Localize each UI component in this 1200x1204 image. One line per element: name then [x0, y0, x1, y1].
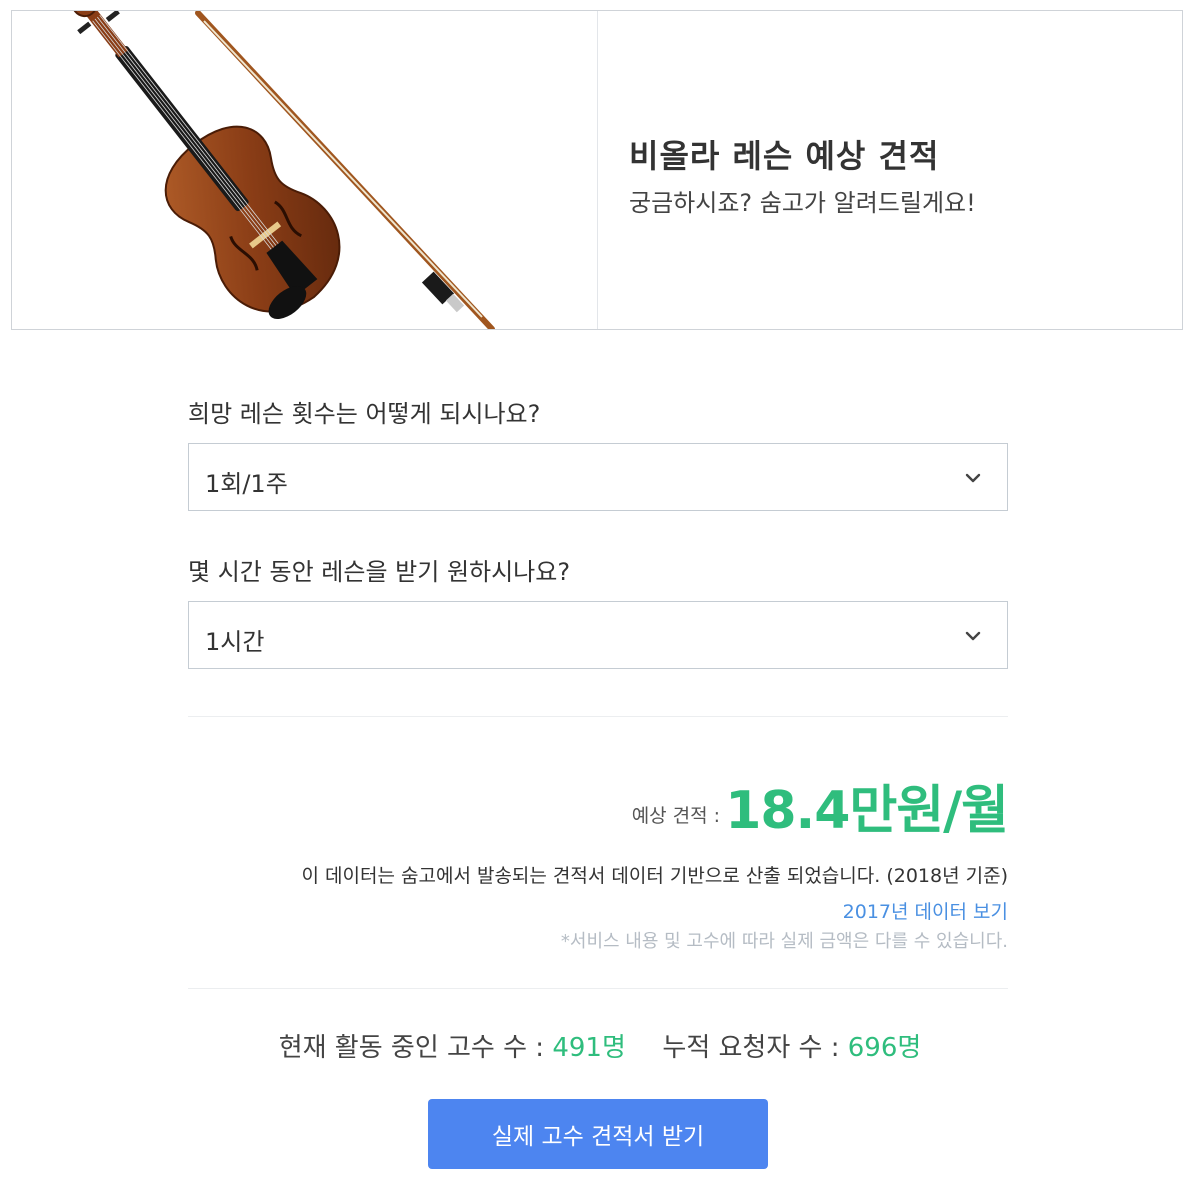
data-source-note: 이 데이터는 숨고에서 발송되는 견적서 데이터 기반으로 산출 되었습니다. … — [301, 865, 1008, 887]
view-2017-data-link[interactable]: 2017년 데이터 보기 — [843, 897, 1008, 924]
hero-banner: 비올라 레슨 예상 견적 궁금하시죠? 숨고가 알려드릴게요! — [11, 10, 1183, 330]
lesson-duration-select[interactable]: 1시간 — [188, 601, 1008, 669]
lesson-frequency-label: 희망 레슨 횟수는 어떻게 되시나요? — [188, 400, 541, 428]
estimate-row: 예상 견적 : 18.4만원/월 — [631, 768, 1009, 843]
chevron-down-icon — [965, 631, 981, 641]
active-pros-count: 491명 — [552, 1033, 626, 1063]
divider — [188, 716, 1008, 717]
price-disclaimer: *서비스 내용 및 고수에 따라 실제 금액은 다를 수 있습니다. — [560, 931, 1008, 952]
estimate-value: 18.4만원/월 — [725, 781, 1009, 841]
hero-divider — [597, 11, 598, 329]
total-requests-label: 누적 요청자 수 : — [662, 1033, 840, 1063]
lesson-frequency-select[interactable]: 1회/1주 — [188, 443, 1008, 511]
active-pros-label: 현재 활동 중인 고수 수 : — [278, 1033, 545, 1063]
lesson-frequency-value: 1회/1주 — [205, 470, 288, 498]
stats-row: 현재 활동 중인 고수 수 : 491명 누적 요청자 수 : 696명 — [0, 1027, 1200, 1064]
total-requests-count: 696명 — [847, 1033, 922, 1063]
chevron-down-icon — [965, 473, 981, 483]
estimate-label: 예상 견적 : — [631, 805, 721, 827]
hero-title: 비올라 레슨 예상 견적 — [629, 137, 940, 175]
hero-subtitle: 궁금하시죠? 숨고가 알려드릴게요! — [629, 189, 976, 217]
get-quote-button[interactable]: 실제 고수 견적서 받기 — [428, 1099, 768, 1169]
viola-image — [12, 11, 597, 329]
lesson-duration-value: 1시간 — [205, 628, 265, 656]
divider — [188, 988, 1008, 989]
lesson-duration-label: 몇 시간 동안 레슨을 받기 원하시나요? — [188, 558, 571, 586]
